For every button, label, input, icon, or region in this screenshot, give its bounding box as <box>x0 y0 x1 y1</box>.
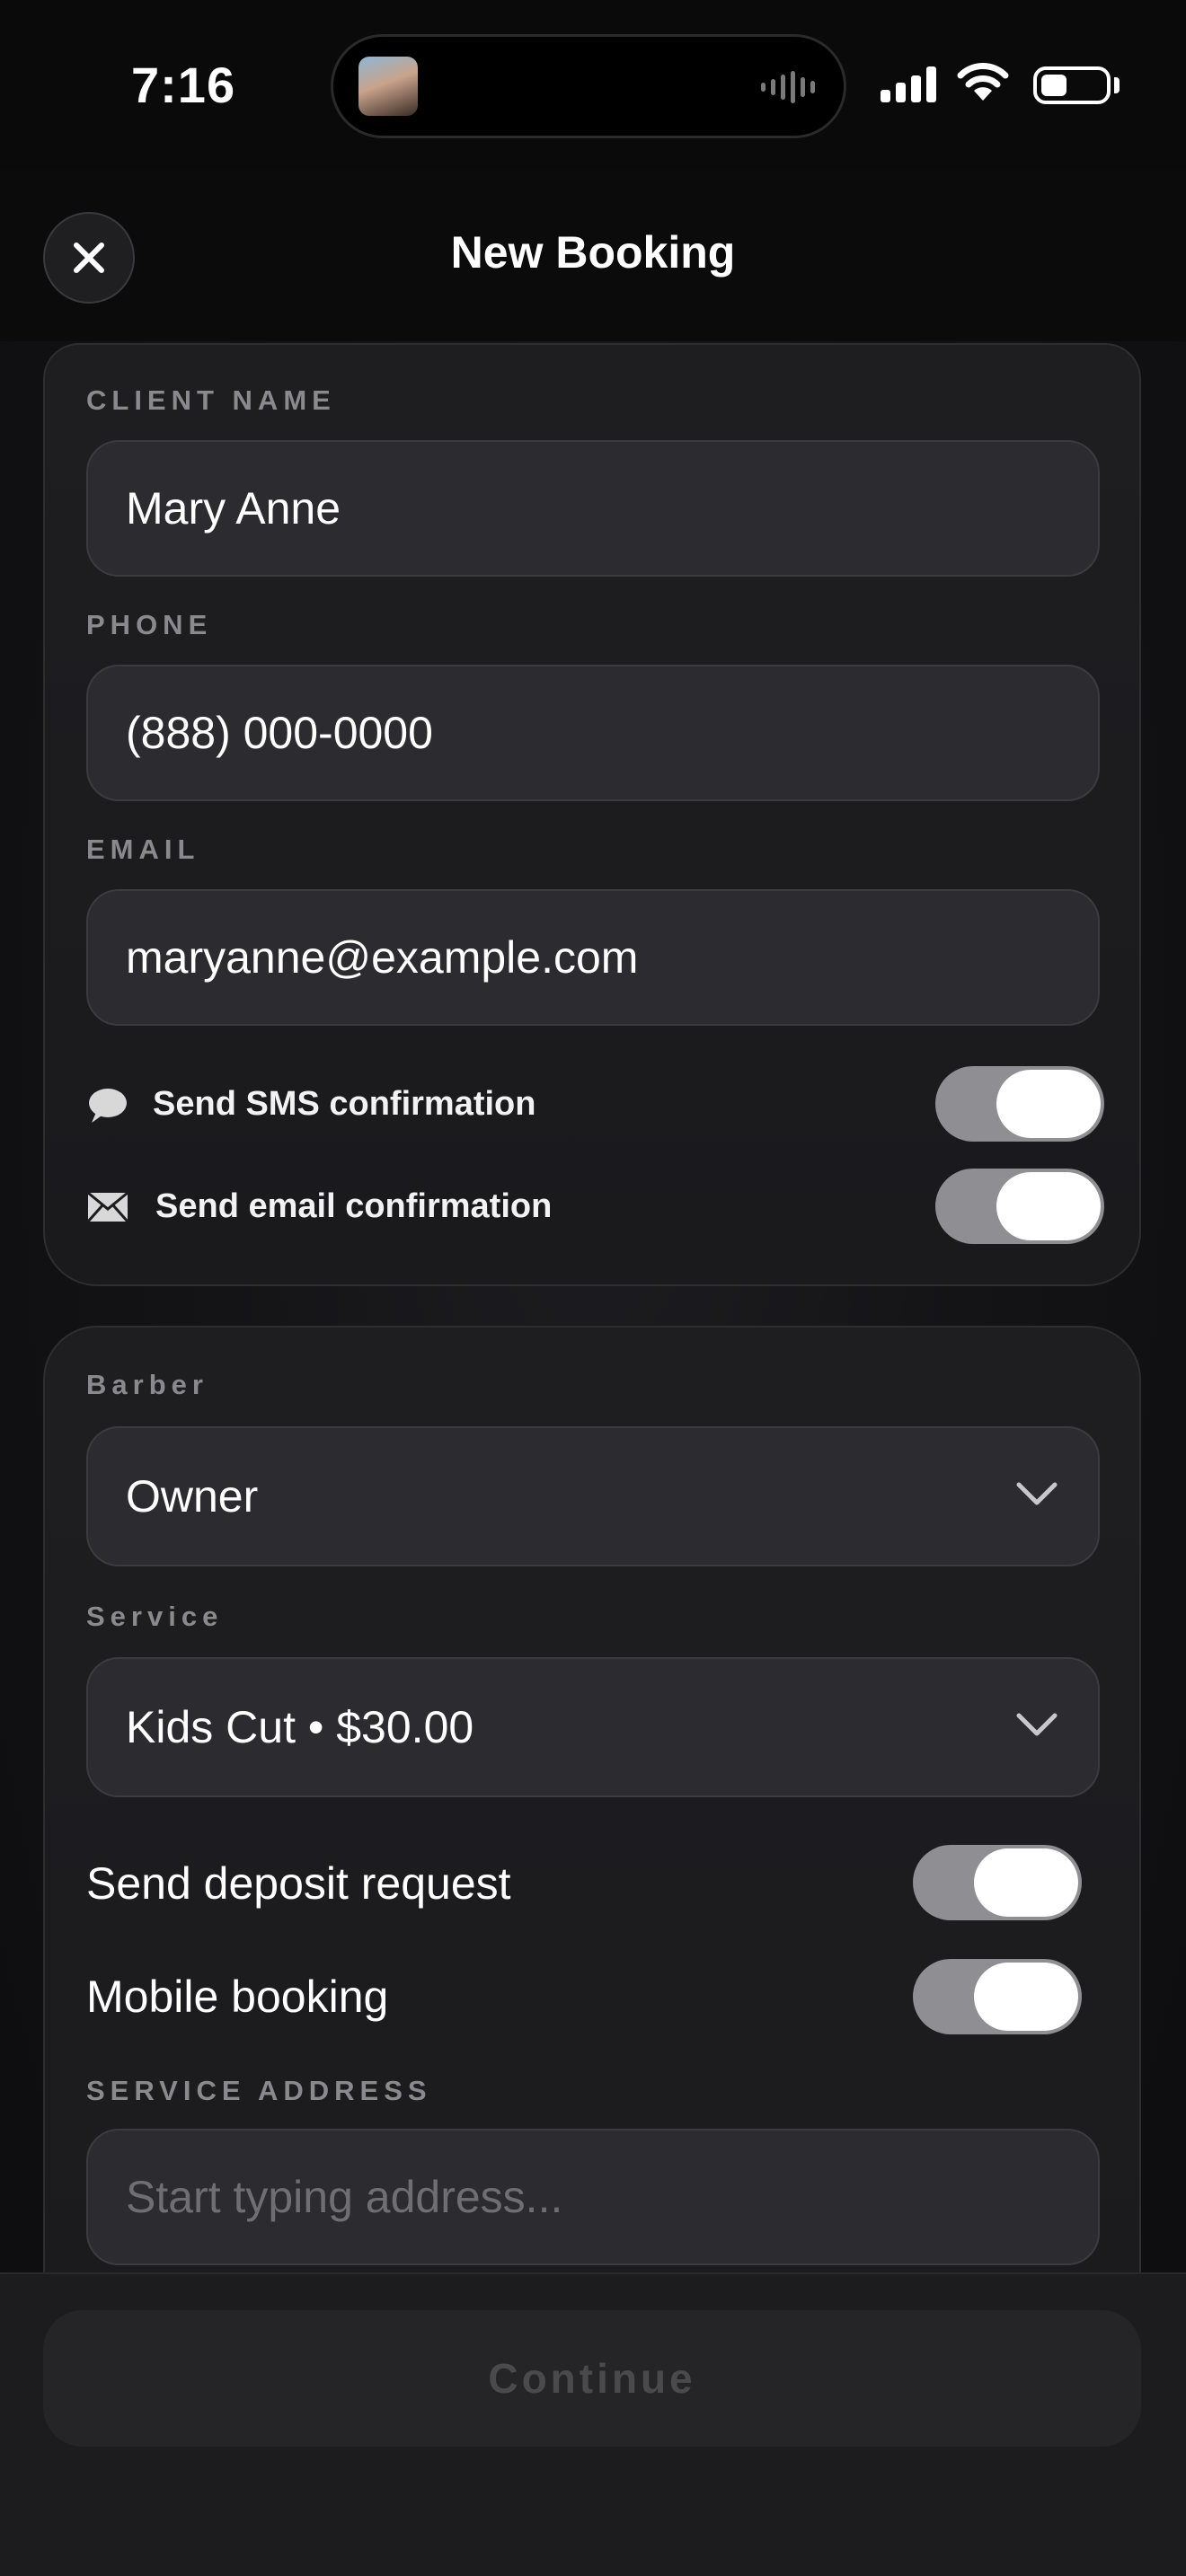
status-bar: 7:16 <box>0 0 1186 171</box>
sms-confirmation-toggle[interactable] <box>935 1066 1104 1142</box>
deposit-request-label: Send deposit request <box>86 1858 511 1909</box>
service-label: Service <box>86 1601 224 1632</box>
service-select[interactable]: Kids Cut • $30.00 <box>86 1657 1100 1797</box>
barber-value: Owner <box>126 1471 259 1522</box>
chevron-down-icon <box>1016 1482 1058 1505</box>
page-title: New Booking <box>450 227 736 278</box>
service-address-placeholder: Start typing address... <box>126 2172 563 2222</box>
toggle-knob <box>974 1848 1078 1917</box>
cellular-signal-icon <box>881 66 936 102</box>
bottom-action-bar: Continue <box>0 2272 1186 2576</box>
toggle-knob <box>996 1070 1101 1138</box>
now-playing-artwork <box>358 57 418 116</box>
email-label: EMAIL <box>86 834 200 865</box>
wifi-icon <box>957 63 1009 101</box>
continue-label: Continue <box>488 2355 696 2402</box>
nav-header: New Booking <box>0 171 1186 341</box>
email-confirmation-label: Send email confirmation <box>155 1187 553 1225</box>
phone-label: PHONE <box>86 609 213 640</box>
phone-input[interactable]: (888) 000-0000 <box>86 665 1100 801</box>
client-name-label: CLIENT NAME <box>86 384 336 416</box>
continue-button[interactable]: Continue <box>43 2310 1141 2447</box>
sms-confirmation-label: Send SMS confirmation <box>153 1085 536 1123</box>
client-name-value: Mary Anne <box>126 483 341 534</box>
chevron-down-icon <box>1016 1713 1058 1736</box>
dynamic-island[interactable] <box>331 34 846 138</box>
service-address-label: SERVICE ADDRESS <box>86 2075 432 2106</box>
email-input[interactable]: maryanne@example.com <box>86 889 1100 1026</box>
speech-bubble-icon <box>89 1089 127 1123</box>
envelope-icon <box>86 1191 129 1222</box>
email-value: maryanne@example.com <box>126 932 639 983</box>
barber-select[interactable]: Owner <box>86 1426 1100 1566</box>
battery-icon <box>1033 66 1111 104</box>
email-confirmation-toggle[interactable] <box>935 1169 1104 1244</box>
deposit-request-toggle[interactable] <box>913 1845 1082 1920</box>
client-name-input[interactable]: Mary Anne <box>86 440 1100 577</box>
barber-label: Barber <box>86 1369 208 1400</box>
phone-value: (888) 000-0000 <box>126 708 433 758</box>
status-time: 7:16 <box>131 57 236 113</box>
toggle-knob <box>996 1172 1101 1240</box>
service-address-input[interactable]: Start typing address... <box>86 2129 1100 2265</box>
mobile-booking-toggle[interactable] <box>913 1959 1082 2034</box>
new-booking-screen: 7:16 New Booking CLIENT NAME Mary Anne P… <box>0 0 1186 2576</box>
audio-waveform-icon <box>761 71 815 103</box>
service-value: Kids Cut • $30.00 <box>126 1702 474 1752</box>
mobile-booking-label: Mobile booking <box>86 1972 389 2022</box>
battery-tip <box>1114 77 1120 93</box>
toggle-knob <box>974 1963 1078 2031</box>
